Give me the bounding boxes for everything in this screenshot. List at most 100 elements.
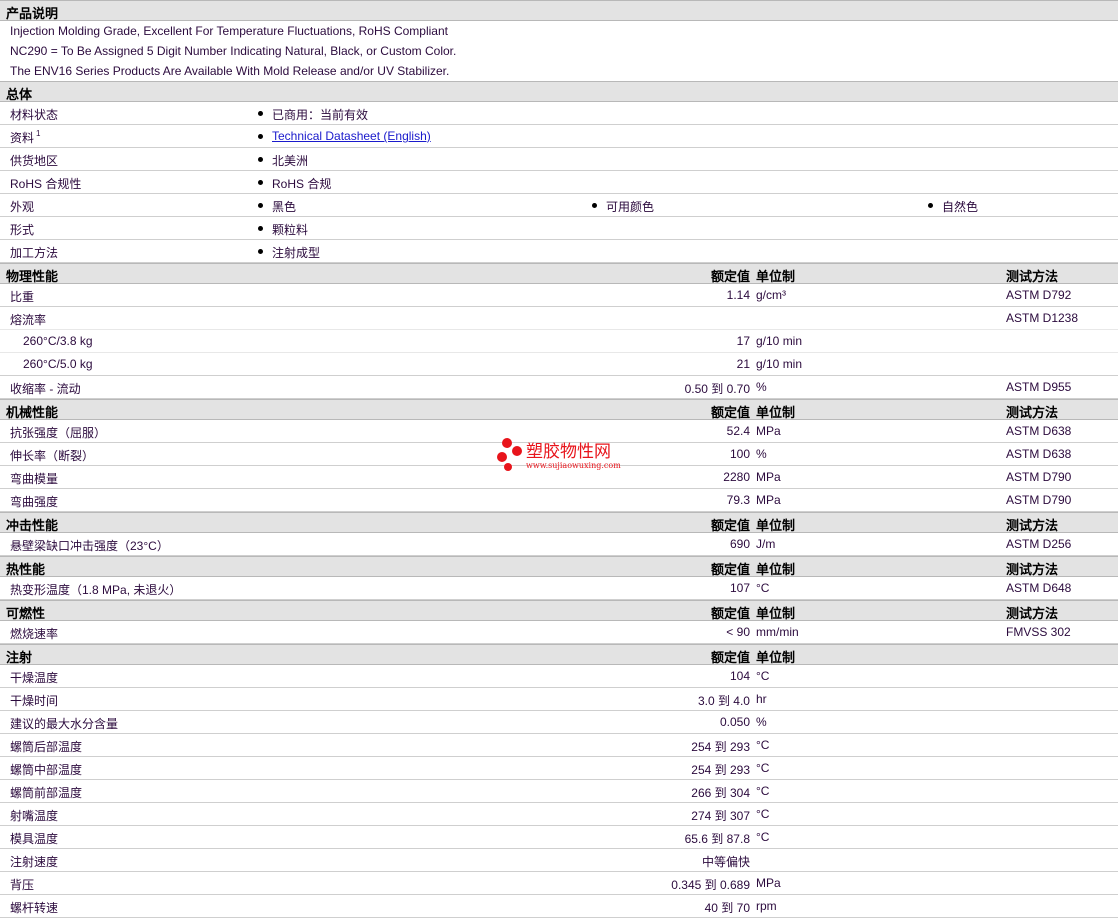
section-header: 机械性能 额定值 单位制 测试方法 <box>0 399 1118 420</box>
table-row: 收缩率 - 流动 0.50 到 0.70% ASTM D955 <box>0 376 1118 399</box>
property-value: 3.0 到 4.0 <box>697 694 750 708</box>
property-value: 254 到 293 <box>691 740 750 754</box>
row-label: 加工方法 <box>10 246 59 260</box>
property-value: 0.345 到 0.689 <box>671 878 750 892</box>
method-header: 测试方法 <box>1006 562 1059 577</box>
section-title: 物理性能 <box>6 269 59 284</box>
datasheet-link[interactable]: Technical Datasheet (English) <box>272 129 431 143</box>
table-row: 背压 0.345 到 0.689 MPa <box>0 872 1118 895</box>
table-row: 建议的最大水分含量 0.050% <box>0 711 1118 734</box>
section-header: 物理性能 额定值 单位制 测试方法 <box>0 263 1118 284</box>
bullet-item: 自然色 <box>928 198 978 215</box>
property-unit: rpm <box>756 899 777 913</box>
value-header: 额定值 <box>710 650 750 665</box>
section-header: 产品说明 <box>0 0 1118 21</box>
property-unit: % <box>756 447 767 461</box>
table-row: 模具温度 65.6 到 87.8 °C <box>0 826 1118 849</box>
table-row: 形式 颗粒料 <box>0 217 1118 240</box>
property-label: 螺筒前部温度 <box>10 786 83 800</box>
unit-header: 单位制 <box>756 269 796 284</box>
property-unit: °C <box>756 830 770 844</box>
section-title: 机械性能 <box>6 405 59 420</box>
method-header: 测试方法 <box>1006 269 1059 284</box>
property-value: 0.50 到 0.70 <box>684 382 750 396</box>
property-label: 抗张强度（屈服） <box>10 426 107 440</box>
value-header: 额定值 <box>710 269 750 284</box>
table-row: 螺筒后部温度 254 到 293 °C <box>0 734 1118 757</box>
test-method: ASTM D955 <box>1006 380 1072 394</box>
property-value: 0.050 <box>719 715 750 729</box>
section-header: 可燃性 额定值 单位制 测试方法 <box>0 600 1118 621</box>
value-header: 额定值 <box>710 562 750 577</box>
bullet-item: 可用颜色 <box>592 198 654 215</box>
property-label: 收缩率 - 流动 <box>10 382 81 396</box>
test-method: FMVSS 302 <box>1006 625 1071 639</box>
table-row: RoHS 合规性 RoHS 合规 <box>0 171 1118 194</box>
label-wrap: 1 <box>36 129 40 144</box>
unit-header: 单位制 <box>756 518 796 533</box>
method-header: 测试方法 <box>1006 606 1059 621</box>
row-label: 材料状态 <box>10 108 59 122</box>
test-method: ASTM D638 <box>1006 424 1072 438</box>
property-label: 螺杆转速 <box>10 901 59 915</box>
property-unit: MPa <box>756 876 781 890</box>
description-line: NC290 = To Be Assigned 5 Digit Number In… <box>10 44 457 58</box>
property-value: 690 <box>729 537 750 551</box>
table-row: 干燥时间 3.0 到 4.0 hr <box>0 688 1118 711</box>
table-row: 螺筒前部温度 266 到 304 °C <box>0 780 1118 803</box>
test-method: ASTM D792 <box>1006 288 1072 302</box>
test-method: ASTM D638 <box>1006 447 1072 461</box>
table-row: 弯曲强度 79.3 MPa ASTM D790 <box>0 489 1118 512</box>
bullet-item[interactable]: Technical Datasheet (English) <box>258 129 431 143</box>
table-row: 悬壁梁缺口冲击强度（23°C） 690 J/m ASTM D256 <box>0 533 1118 556</box>
svg-text:www.sujiaowuxing.com: www.sujiaowuxing.com <box>526 461 621 470</box>
property-value: 65.6 到 87.8 <box>684 832 750 846</box>
property-value: 21 <box>736 357 750 371</box>
property-value: 266 到 304 <box>691 786 750 800</box>
property-unit: g/10 min <box>756 334 803 348</box>
property-label: 弯曲强度 <box>10 495 59 509</box>
property-label: 260°C/5.0 kg <box>23 357 93 371</box>
property-label: 干燥温度 <box>10 671 59 685</box>
property-value: 254 到 293 <box>691 763 750 777</box>
property-unit: % <box>756 715 767 729</box>
property-unit: % <box>756 380 767 394</box>
property-unit: MPa <box>756 493 781 507</box>
bullet-item: 黑色 <box>258 198 296 215</box>
table-row: 射嘴温度 274 到 307 °C <box>0 803 1118 826</box>
section-title: 总体 <box>6 87 33 102</box>
row-label: 资料 <box>10 131 35 145</box>
property-label: 悬壁梁缺口冲击强度（23°C） <box>10 539 169 553</box>
property-value: 100 <box>729 447 750 461</box>
property-unit: hr <box>756 692 767 706</box>
section-title: 产品说明 <box>6 6 59 21</box>
description-line: Injection Molding Grade, Excellent For T… <box>10 24 448 38</box>
property-label: 螺筒中部温度 <box>10 763 83 777</box>
watermark-logo: 塑胶物性网 www.sujiaowuxing.com <box>497 438 621 471</box>
property-value: < 90 <box>726 625 750 639</box>
property-unit: MPa <box>756 470 781 484</box>
property-unit: °C <box>756 784 770 798</box>
table-row: 熔流率 ASTM D1238 <box>0 307 1118 330</box>
section-title: 注射 <box>6 650 33 665</box>
row-label: 形式 <box>10 223 35 237</box>
property-unit: MPa <box>756 424 781 438</box>
table-row: 螺筒中部温度 254 到 293 °C <box>0 757 1118 780</box>
property-value: 17 <box>736 334 750 348</box>
table-row: 材料状态 已商用：当前有效 <box>0 102 1118 125</box>
property-value: 52.4 <box>726 424 750 438</box>
property-label: 注射速度 <box>10 855 59 869</box>
table-row: 螺杆转速 40 到 70 rpm <box>0 895 1118 918</box>
table-row: 资料 1 Technical Datasheet (English) <box>0 125 1118 148</box>
property-value: 1.14 <box>726 288 750 302</box>
property-unit: g/cm³ <box>756 288 786 302</box>
bullet-item: 注射成型 <box>258 244 320 261</box>
property-label: 热变形温度（1.8 MPa, 未退火） <box>10 583 182 597</box>
section-title: 热性能 <box>6 562 46 577</box>
footnote-marker: 1 <box>36 129 41 138</box>
property-label: 比重 <box>10 290 35 304</box>
svg-text:塑胶物性网: 塑胶物性网 <box>526 442 611 462</box>
property-unit: mm/min <box>756 625 799 639</box>
bullet-item: 北美洲 <box>258 152 308 169</box>
value-header: 额定值 <box>710 606 750 621</box>
